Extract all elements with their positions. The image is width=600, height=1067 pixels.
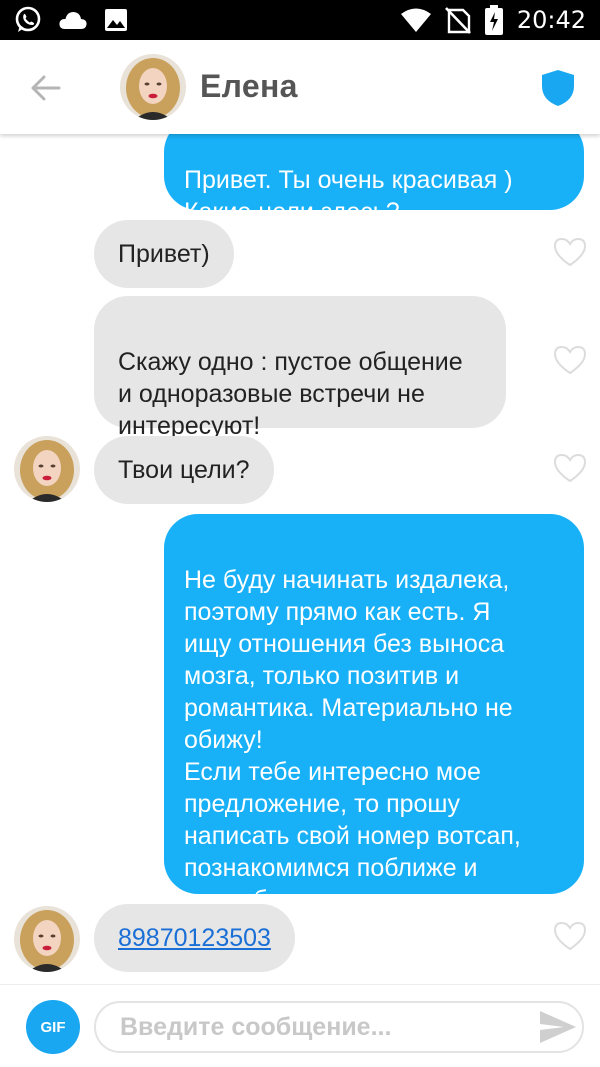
message-text: Скажу одно : пустое общение и одноразовы… xyxy=(118,348,463,440)
like-heart-icon[interactable] xyxy=(552,236,588,268)
like-heart-icon[interactable] xyxy=(552,920,588,952)
image-icon xyxy=(105,9,127,31)
back-button[interactable] xyxy=(22,64,70,112)
cloud-icon xyxy=(59,12,87,29)
message-text: Привет) xyxy=(118,240,210,268)
message-incoming[interactable]: Скажу одно : пустое общение и одноразовы… xyxy=(94,296,506,440)
message-incoming[interactable]: Привет) xyxy=(94,220,234,288)
shield-icon[interactable] xyxy=(538,68,578,108)
phone-number-link[interactable]: 89870123503 xyxy=(118,924,271,952)
message-outgoing[interactable]: Привет. Ты очень красивая ) Какие цели з… xyxy=(164,134,584,226)
contact-avatar[interactable] xyxy=(120,54,186,120)
message-text: Не буду начинать издалека, поэтому прямо… xyxy=(184,566,521,914)
like-heart-icon[interactable] xyxy=(552,344,588,376)
gif-button[interactable]: GIF xyxy=(26,1000,80,1054)
clock: 20:42 xyxy=(516,6,586,34)
status-bar: 20:42 xyxy=(0,0,600,40)
message-input[interactable] xyxy=(94,1001,584,1053)
sender-avatar[interactable] xyxy=(14,436,80,502)
message-text: Привет. Ты очень красивая ) Какие цели з… xyxy=(184,166,513,226)
chat-header: Елена xyxy=(0,40,600,134)
message-outgoing[interactable]: Не буду начинать издалека, поэтому прямо… xyxy=(164,514,584,914)
send-icon[interactable] xyxy=(538,1009,578,1045)
contact-name[interactable]: Елена xyxy=(200,68,298,105)
message-list[interactable]: Привет. Ты очень красивая ) Какие цели з… xyxy=(0,134,600,984)
message-incoming[interactable]: Твои цели? xyxy=(94,436,274,504)
sender-avatar[interactable] xyxy=(14,906,80,972)
whatsapp-icon xyxy=(15,6,41,32)
like-heart-icon[interactable] xyxy=(552,452,588,484)
message-composer: GIF xyxy=(0,984,600,1067)
arrow-left-icon xyxy=(31,75,61,101)
battery-icon xyxy=(484,5,503,35)
no-sim-icon xyxy=(444,7,471,34)
message-incoming[interactable]: 89870123503 xyxy=(94,904,295,972)
message-text: Твои цели? xyxy=(118,456,250,484)
wifi-icon xyxy=(400,8,431,32)
